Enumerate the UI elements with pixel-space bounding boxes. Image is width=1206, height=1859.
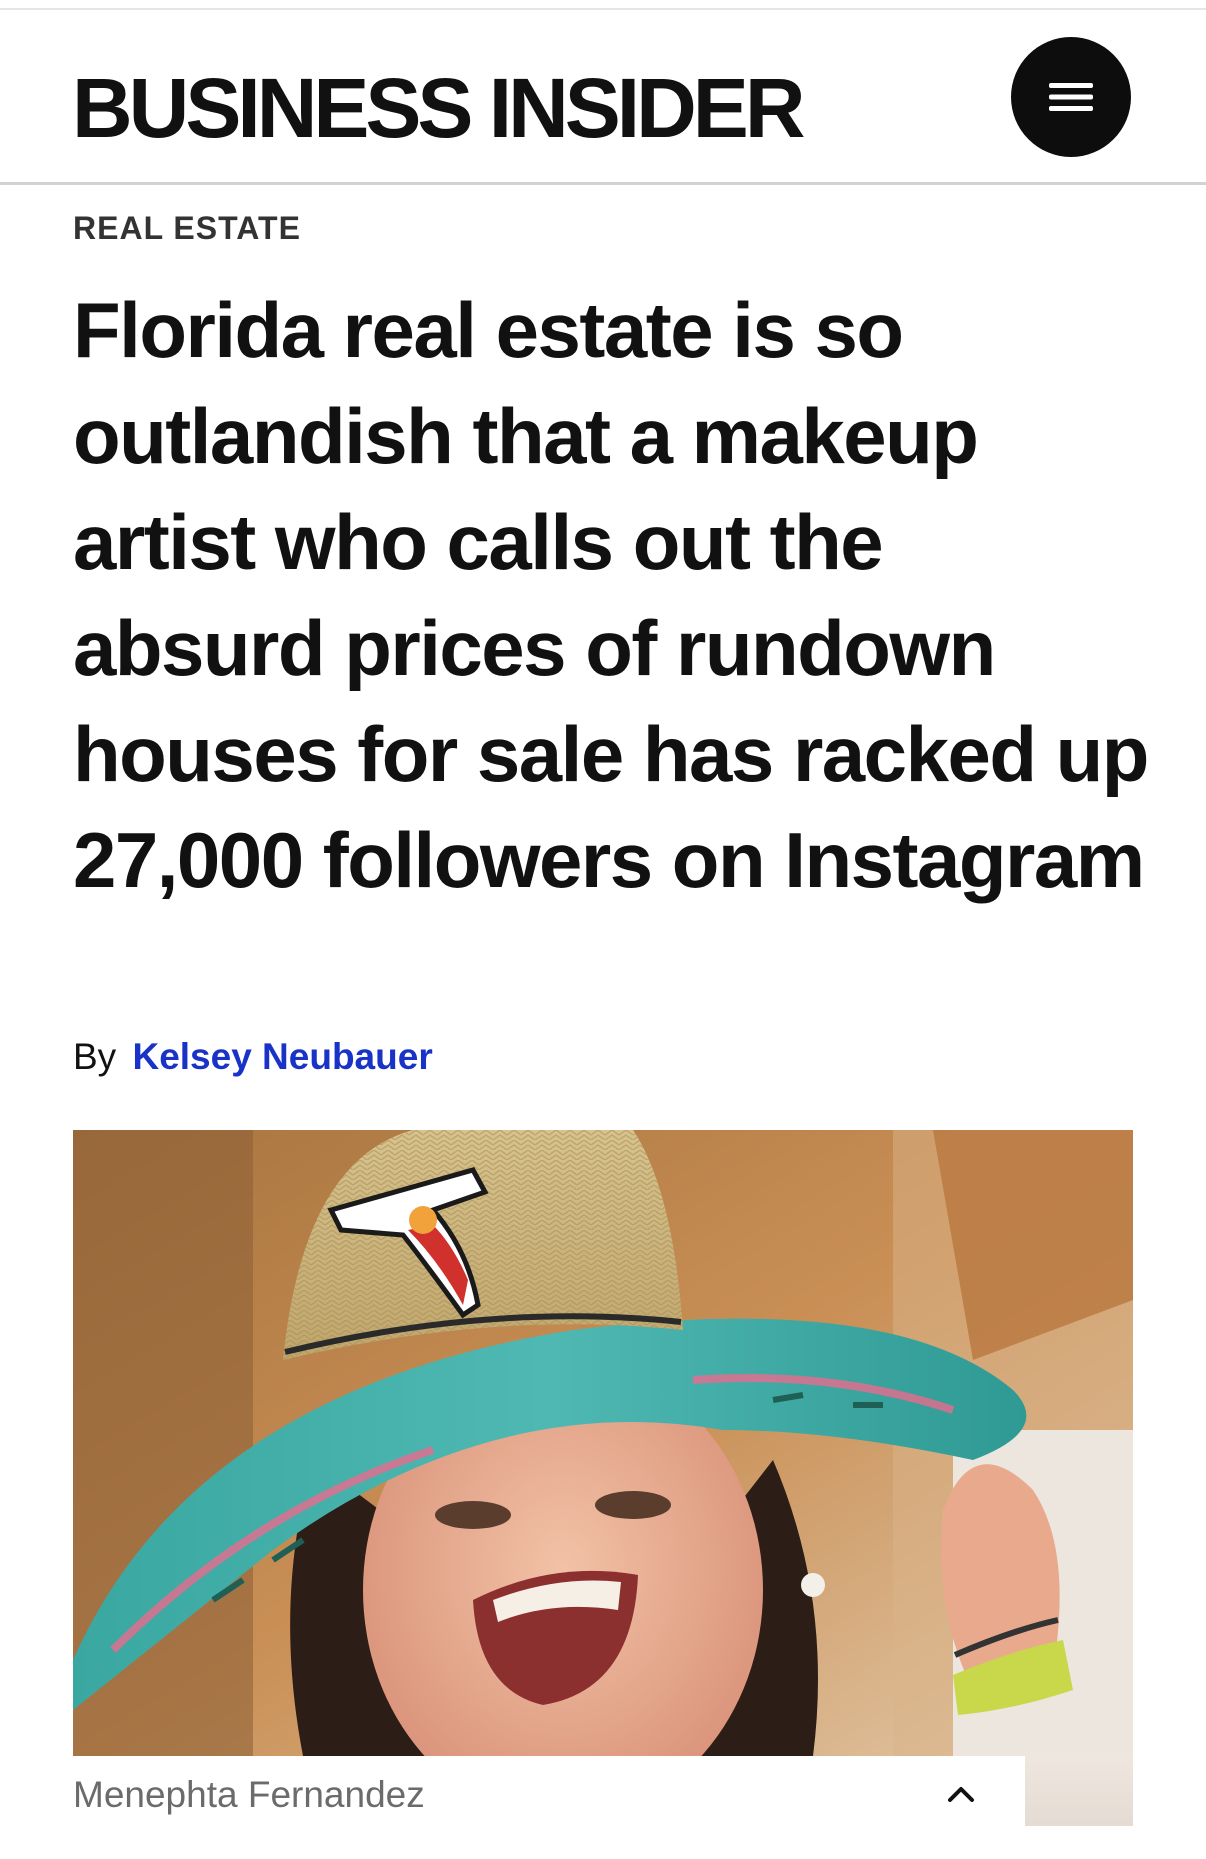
- hero-photo: [73, 1130, 1133, 1756]
- byline-prefix: By: [73, 1036, 117, 1077]
- author-link[interactable]: Kelsey Neubauer: [132, 1036, 432, 1077]
- article-page: BUSINESS INSIDER REAL ESTATE Florida rea…: [0, 0, 1206, 1859]
- menu-button[interactable]: [1011, 37, 1131, 157]
- caption-toggle-button[interactable]: [933, 1766, 989, 1822]
- section-link[interactable]: REAL ESTATE: [73, 210, 301, 247]
- image-caption-bar: Menephta Fernandez: [73, 1756, 1025, 1826]
- photo-credit: Menephta Fernandez: [73, 1774, 425, 1815]
- hero-image: [73, 1130, 1133, 1756]
- hero-image-edge: [1025, 1756, 1133, 1826]
- chevron-up-icon: [948, 1787, 974, 1802]
- site-header: BUSINESS INSIDER: [0, 10, 1206, 182]
- hamburger-menu-icon: [1049, 83, 1093, 111]
- header-divider: [0, 182, 1206, 185]
- site-logo[interactable]: BUSINESS INSIDER: [72, 58, 805, 158]
- article-headline: Florida real estate is so outlandish tha…: [73, 286, 1149, 904]
- byline: By Kelsey Neubauer: [73, 1035, 433, 1079]
